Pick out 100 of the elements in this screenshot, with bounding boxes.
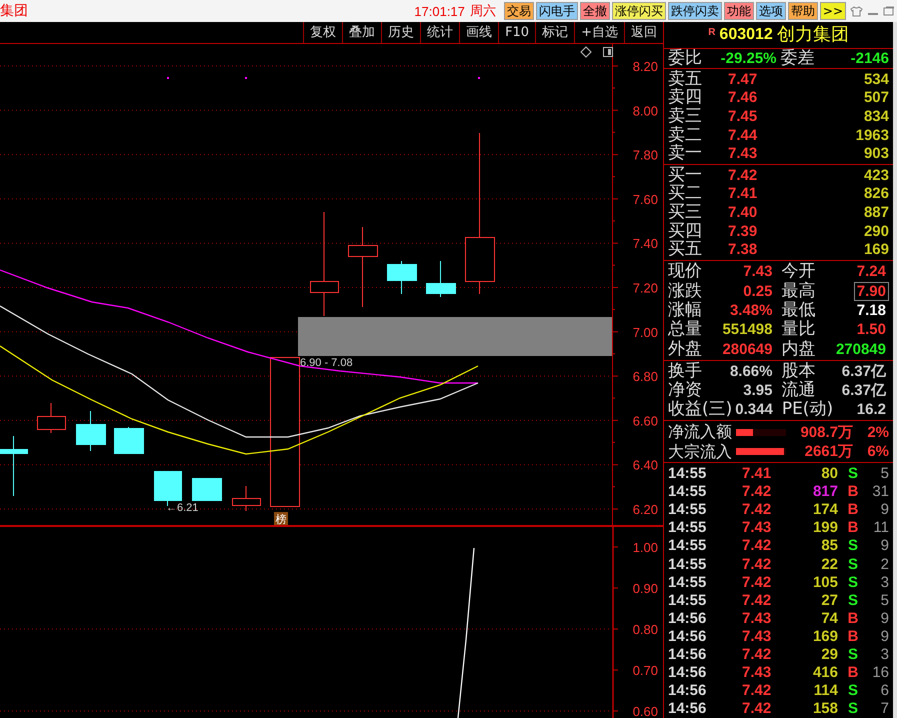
tick-volume: 174	[812, 502, 838, 518]
toolbar-button[interactable]: >>	[820, 2, 846, 20]
indicator-axis-label: 0.60	[632, 704, 658, 718]
flow-percent: 6%	[866, 444, 889, 460]
rights-label: R	[708, 26, 716, 40]
quote-label: 净资	[668, 382, 702, 400]
order-level-label: 卖五	[668, 70, 703, 88]
indicator-axis-label: 0.90	[632, 581, 658, 596]
order-level-label: 卖二	[668, 126, 703, 144]
indicator-axis-label: 1.00	[632, 540, 658, 555]
order-volume: 507	[862, 90, 889, 106]
tick-price: 7.43	[742, 520, 772, 536]
maximize-icon[interactable]	[883, 6, 895, 16]
price-axis-label: 6.40	[632, 458, 658, 473]
tick-time: 14:56	[668, 701, 708, 716]
toolbar-button[interactable]: 选项	[756, 2, 786, 20]
tick-price: 7.42	[742, 647, 772, 662]
tick-price: 7.42	[742, 538, 772, 554]
tick-count: 11	[872, 520, 889, 536]
tick-time: 14:55	[668, 466, 708, 481]
tick-side: S	[846, 466, 859, 481]
order-volume: 903	[862, 146, 889, 162]
chart-tool-button[interactable]: 复权	[303, 22, 342, 43]
order-level-label: 买三	[668, 204, 703, 221]
toolbar-button[interactable]: 交易	[504, 2, 534, 20]
candlestick	[37, 402, 66, 434]
price-axis-label: 6.20	[632, 502, 658, 517]
tick-count: 9	[880, 628, 889, 644]
tick-side: S	[846, 538, 859, 554]
flow-amount: 2661万	[804, 444, 853, 460]
quote-value: 1.50	[856, 320, 887, 340]
chart-tool-button[interactable]: +自选	[574, 22, 624, 43]
quote-label: 换手	[668, 362, 702, 380]
toolbar-button[interactable]: 跌停闪卖	[668, 2, 722, 20]
quote-value: 0.25	[742, 282, 774, 301]
tick-price: 7.43	[742, 610, 772, 626]
chart-tool-button[interactable]: 历史	[381, 22, 420, 43]
tick-volume: 817	[812, 484, 838, 500]
quote-label: 总量	[668, 321, 702, 338]
tick-count: 2	[880, 556, 889, 572]
order-price: 7.40	[728, 204, 758, 220]
tick-price: 7.42	[742, 592, 772, 608]
quote-label: 外盘	[668, 340, 702, 358]
candlestick	[387, 260, 417, 294]
chart-tool-button[interactable]: 标记	[535, 22, 574, 43]
tick-count: 6	[880, 683, 889, 698]
tick-side: B	[846, 520, 860, 536]
tick-side: B	[846, 502, 860, 518]
tick-side: S	[846, 592, 859, 608]
tick-volume: 114	[812, 683, 838, 698]
tick-volume: 74	[820, 610, 838, 626]
tick-side: S	[846, 647, 859, 662]
order-price: 7.45	[728, 108, 758, 124]
tick-side: B	[846, 484, 860, 500]
toolbar-button[interactable]: 涨停闪买	[612, 2, 666, 20]
zone-label: 6.90 - 7.08	[300, 357, 353, 369]
tick-price: 7.42	[742, 484, 772, 500]
shirt-icon[interactable]	[850, 6, 863, 16]
tick-volume: 416	[812, 665, 838, 680]
candlestick	[426, 260, 456, 298]
list-badge: 榜	[274, 512, 288, 525]
toolbar-button[interactable]: 全撤	[580, 2, 610, 20]
price-axis-label: 8.00	[632, 103, 658, 118]
quote-label: 委比	[668, 50, 702, 67]
quote-value: 8.66%	[728, 362, 774, 381]
tick-volume: 22	[820, 556, 838, 572]
tick-time: 14:56	[668, 647, 708, 662]
panel-toggle-icon[interactable]	[603, 47, 613, 57]
tick-time: 14:55	[668, 484, 708, 500]
toolbar-button[interactable]: 功能	[724, 2, 754, 20]
quote-value: 16.2	[856, 400, 887, 420]
tick-time: 14:55	[668, 520, 708, 536]
tick-price: 7.41	[742, 466, 772, 481]
tick-time: 14:55	[668, 538, 708, 554]
low-price-label: ←6.21	[166, 502, 198, 514]
chart-tool-button[interactable]: 统计	[420, 22, 460, 43]
order-volume: 1963	[854, 128, 889, 143]
tick-volume: 85	[820, 538, 838, 554]
window-title: 集团	[0, 4, 28, 18]
candlestick	[232, 486, 261, 512]
toolbar-button[interactable]: 闪电手	[536, 2, 578, 20]
tick-time: 14:56	[668, 628, 708, 644]
indicator-axis-label: 0.70	[632, 663, 658, 678]
tick-count: 9	[880, 502, 889, 518]
order-volume: 534	[862, 72, 889, 87]
chart-tool-button[interactable]: 叠加	[342, 22, 382, 43]
diamond-icon[interactable]	[580, 46, 592, 58]
order-price: 7.46	[728, 90, 758, 106]
chart-tool-button[interactable]: 画线	[459, 22, 498, 43]
tick-count: 9	[880, 610, 889, 626]
quote-value: 7.43	[742, 262, 774, 282]
tick-time: 14:55	[668, 502, 708, 518]
tick-time: 14:56	[668, 683, 708, 698]
quote-value: -29.25%	[720, 51, 778, 66]
price-axis-label: 7.80	[632, 148, 658, 163]
order-level-label: 买二	[668, 185, 703, 202]
toolbar-button[interactable]: 帮助	[788, 2, 818, 20]
chart-tool-button[interactable]: F10	[498, 22, 536, 43]
tick-count: 31	[871, 484, 889, 500]
weekday: 周六	[470, 4, 496, 18]
